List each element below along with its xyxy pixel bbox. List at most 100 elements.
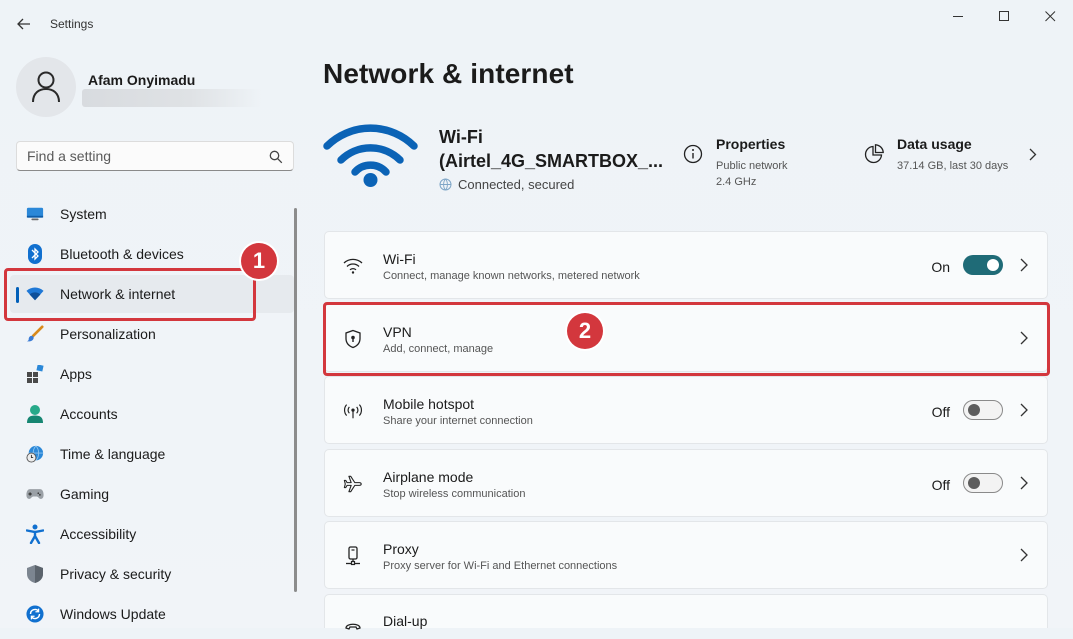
card-subtitle: Connect, manage known networks, metered … (383, 270, 640, 282)
card-subtitle: Proxy server for Wi-Fi and Ethernet conn… (383, 560, 618, 572)
update-icon (26, 605, 44, 623)
back-button[interactable] (12, 12, 36, 36)
connection-status-text: Connected, secured (458, 177, 575, 192)
sidebar-item-gaming[interactable]: Gaming (10, 475, 294, 513)
accounts-icon (26, 405, 44, 423)
card-title: Airplane mode (383, 469, 474, 485)
dial-up-card[interactable]: Dial-up (324, 594, 1048, 630)
toggle-knob (987, 259, 999, 271)
connection-status: Connected, secured (439, 177, 574, 192)
minimize-button[interactable] (935, 0, 981, 32)
wifi-icon (343, 256, 363, 276)
sidebar-item-label: Accounts (60, 406, 118, 422)
sidebar-item-windows-update[interactable]: Windows Update (10, 595, 294, 633)
page-title: Network & internet (323, 58, 574, 89)
airplane-mode-card[interactable]: Airplane mode Stop wireless communicatio… (324, 449, 1048, 517)
chevron-right-icon (1020, 476, 1028, 490)
toggle-knob (968, 404, 980, 416)
card-subtitle: Stop wireless communication (383, 488, 526, 500)
gamepad-icon (26, 485, 44, 503)
sidebar-item-label: Gaming (60, 486, 110, 502)
user-name: Afam Onyimadu (88, 72, 196, 88)
accessibility-icon (26, 524, 44, 544)
shield-icon (26, 565, 44, 583)
properties-details: Public network 2.4 GHz (716, 158, 788, 190)
maximize-button[interactable] (981, 0, 1027, 32)
sidebar-item-privacy-security[interactable]: Privacy & security (10, 555, 294, 593)
annotation-marker-2: 2 (567, 313, 603, 349)
close-button[interactable] (1027, 0, 1073, 32)
sidebar-item-accessibility[interactable]: Accessibility (10, 515, 294, 553)
sidebar-item-apps[interactable]: Apps (10, 355, 294, 393)
close-icon (1044, 10, 1055, 21)
sidebar-item-accounts[interactable]: Accounts (10, 395, 294, 433)
data-usage-title: Data usage (897, 136, 972, 152)
network-type: Wi-Fi (439, 127, 483, 147)
dial-up-icon (343, 619, 363, 639)
avatar[interactable] (16, 57, 76, 117)
sidebar-item-label: Windows Update (60, 606, 166, 622)
chevron-right-icon (1020, 258, 1028, 272)
airplane-mode-toggle[interactable] (963, 473, 1003, 493)
sidebar-item-label: System (60, 206, 107, 222)
wifi-toggle[interactable] (963, 255, 1003, 275)
mobile-hotspot-toggle[interactable] (963, 400, 1003, 420)
sidebar-item-label: Apps (60, 366, 92, 382)
bluetooth-icon (26, 244, 44, 264)
wifi-card[interactable]: Wi-Fi Connect, manage known networks, me… (324, 231, 1048, 299)
annotation-marker-1: 1 (241, 243, 277, 279)
network-profile: Public network (716, 160, 788, 172)
maximize-icon (998, 10, 1009, 21)
card-subtitle: Share your internet connection (383, 415, 533, 427)
search-box[interactable] (16, 141, 294, 171)
card-title: Mobile hotspot (383, 396, 475, 412)
title-bar: Settings (0, 0, 1073, 48)
toggle-knob (968, 477, 980, 489)
network-band: 2.4 GHz (716, 176, 757, 188)
sidebar-scrollbar[interactable] (294, 208, 297, 592)
paintbrush-icon (26, 325, 44, 343)
globe-clock-icon (26, 445, 44, 463)
chevron-right-icon (1029, 148, 1037, 161)
data-usage-details: 37.14 GB, last 30 days (897, 160, 1009, 172)
annotation-box-1 (4, 268, 256, 321)
search-icon[interactable] (269, 150, 283, 164)
network-ssid: (Airtel_4G_SMARTBOX_... (439, 151, 664, 171)
apps-icon (26, 365, 44, 383)
pie-chart-icon (864, 144, 884, 164)
toggle-state-label: On (931, 259, 950, 275)
search-input[interactable] (27, 148, 257, 164)
user-email-redacted (82, 89, 262, 107)
sidebar-item-time-language[interactable]: Time & language (10, 435, 294, 473)
chevron-right-icon (1020, 403, 1028, 417)
airplane-icon (343, 474, 363, 494)
back-arrow-icon (17, 18, 30, 30)
proxy-card[interactable]: Proxy Proxy server for Wi-Fi and Etherne… (324, 521, 1048, 589)
minimize-icon (952, 15, 963, 17)
toggle-state-label: Off (931, 404, 950, 420)
hotspot-icon (343, 401, 363, 421)
sidebar-item-label: Bluetooth & devices (60, 246, 184, 262)
card-title: Dial-up (383, 613, 428, 629)
sidebar-item-label: Privacy & security (60, 566, 172, 582)
info-icon (683, 144, 703, 164)
proxy-icon (343, 546, 363, 566)
card-title: Proxy (383, 541, 419, 557)
app-title: Settings (50, 17, 94, 31)
annotation-box-2 (323, 302, 1050, 376)
globe-icon (439, 178, 452, 191)
toggle-state-label: Off (931, 477, 950, 493)
network-name: Wi-Fi (Airtel_4G_SMARTBOX_... (439, 125, 664, 173)
sidebar-item-label: Time & language (60, 446, 166, 462)
data-usage-link[interactable]: Data usage 37.14 GB, last 30 days (864, 136, 1044, 176)
wifi-hero-icon (323, 124, 418, 187)
chevron-right-icon (1020, 548, 1028, 562)
properties-title: Properties (716, 136, 786, 152)
sidebar-item-label: Personalization (60, 326, 156, 342)
card-title: Wi-Fi (383, 251, 416, 267)
user-icon (32, 71, 60, 103)
sidebar-item-label: Accessibility (60, 526, 137, 542)
system-icon (26, 205, 44, 223)
mobile-hotspot-card[interactable]: Mobile hotspot Share your internet conne… (324, 376, 1048, 444)
sidebar-item-system[interactable]: System (10, 195, 294, 233)
